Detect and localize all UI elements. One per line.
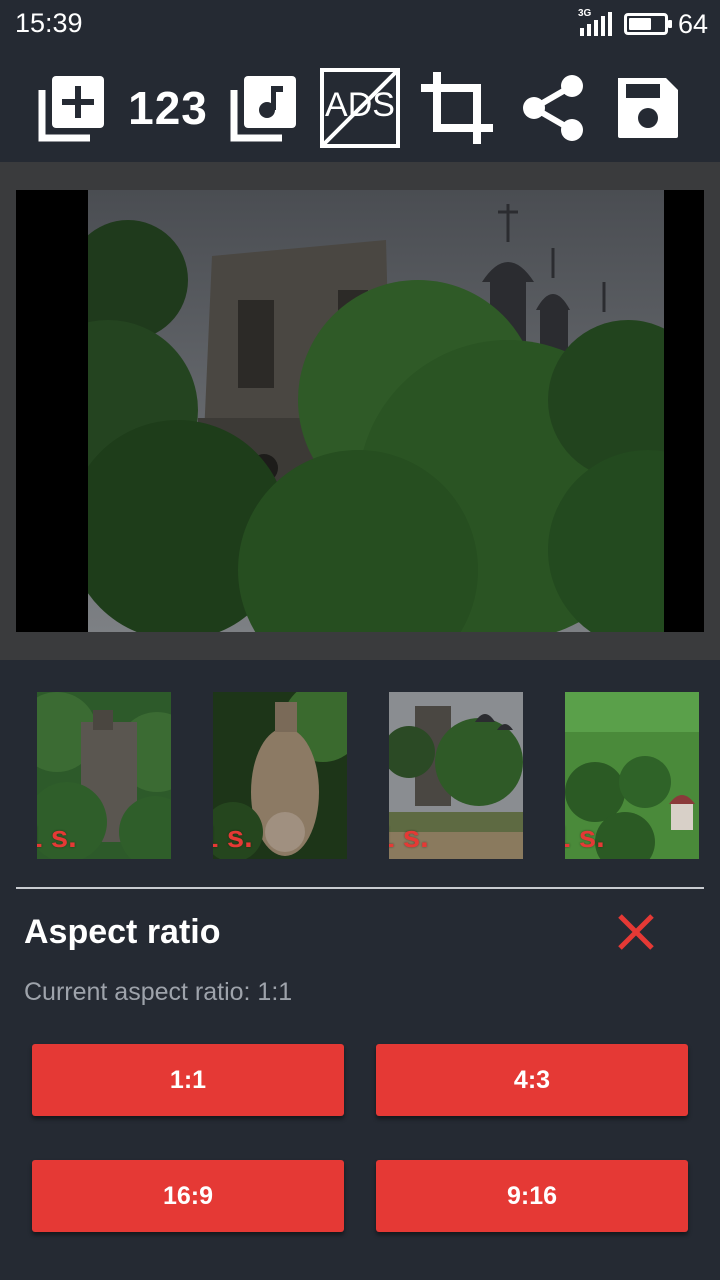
ratio-16-9-button[interactable]: 16:9: [32, 1160, 344, 1232]
add-music-button[interactable]: [228, 60, 300, 156]
thumbnail-3[interactable]: 1 s.: [389, 692, 523, 859]
thumbnail-duration: 1 s.: [37, 819, 77, 854]
status-bar: 15:39 3G 64: [0, 0, 720, 50]
add-photo-button[interactable]: [36, 60, 108, 156]
thumbnail-1[interactable]: 1 s.: [37, 692, 171, 859]
share-icon: [523, 75, 583, 141]
signal-icon: 3G: [577, 8, 614, 38]
thumbnail-duration: 1 s.: [565, 819, 605, 854]
music-icon: [230, 76, 296, 142]
battery-icon: [623, 13, 672, 35]
thumbnail-duration: 1 s.: [213, 819, 253, 854]
preview-area: [0, 162, 720, 660]
crop-button[interactable]: [418, 60, 496, 156]
status-indicators: 3G 64: [578, 8, 708, 40]
thumbnail-strip: 1 s. 1 s. 1 s.: [0, 692, 720, 860]
save-icon: [618, 78, 678, 138]
thumbnail-duration: 1 s.: [389, 819, 429, 854]
ads-label: ADS: [325, 86, 395, 124]
preview-frame: [16, 190, 704, 632]
close-icon: [618, 914, 654, 950]
share-button[interactable]: [518, 60, 588, 156]
current-aspect-ratio: Current aspect ratio: 1:1: [24, 978, 293, 1006]
battery-level: 64: [677, 8, 708, 39]
crop-icon: [421, 72, 493, 144]
numbering-label: 123: [128, 82, 208, 134]
network-type: 3G: [577, 8, 592, 19]
thumbnail-4[interactable]: 1 s.: [565, 692, 699, 859]
panel-title: Aspect ratio: [24, 913, 221, 951]
ratio-1-1-button[interactable]: 1:1: [32, 1044, 344, 1116]
numbering-button[interactable]: 123: [124, 60, 212, 156]
ratio-9-16-button[interactable]: 9:16: [376, 1160, 688, 1232]
ratio-4-3-button[interactable]: 4:3: [376, 1044, 688, 1116]
preview-photo[interactable]: [88, 190, 664, 632]
remove-ads-button[interactable]: ADS: [318, 60, 402, 156]
divider: [16, 887, 704, 889]
toolbar: 123 ADS: [0, 60, 720, 156]
save-button[interactable]: [612, 60, 684, 156]
thumbnail-2[interactable]: 1 s.: [213, 692, 347, 859]
close-button[interactable]: [612, 908, 660, 956]
status-time: 15:39: [15, 8, 83, 38]
add-photo-icon: [38, 76, 104, 142]
